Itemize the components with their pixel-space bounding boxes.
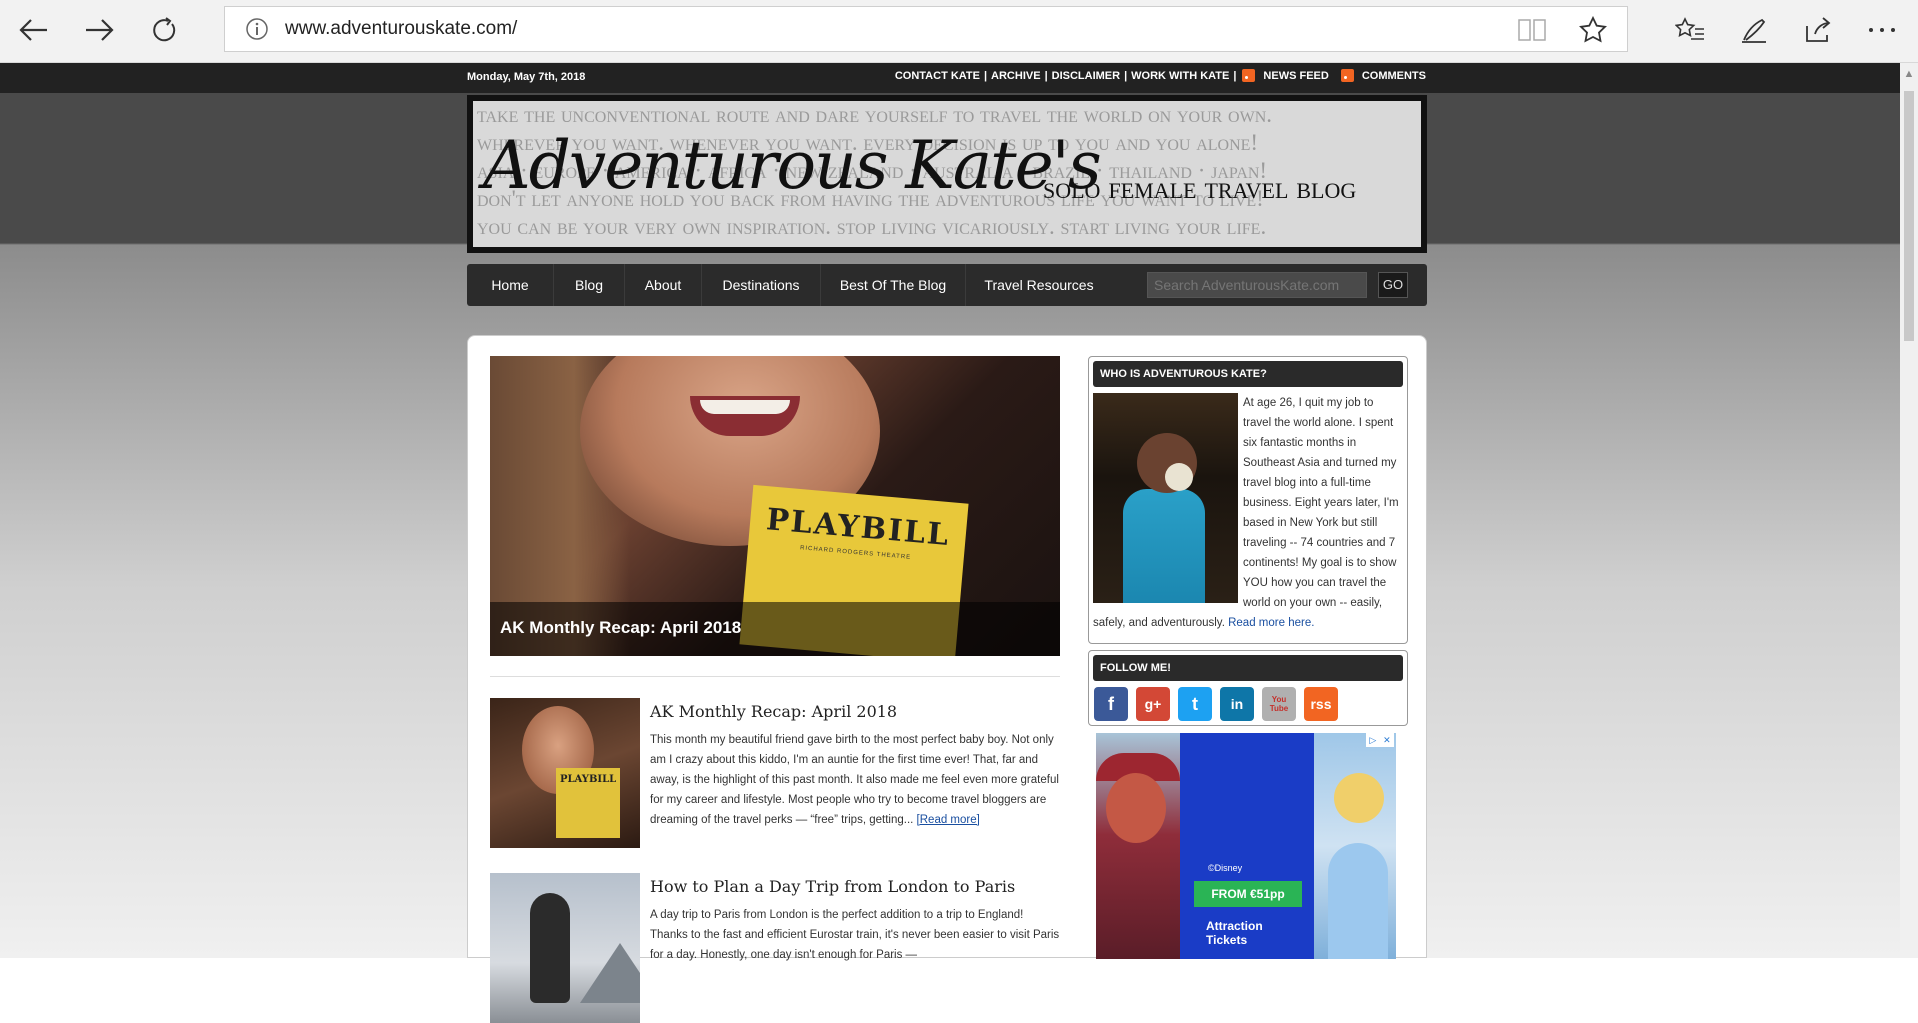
featured-caption[interactable]: AK Monthly Recap: April 2018 xyxy=(490,602,1060,656)
ad-brand: Attraction Tickets xyxy=(1206,919,1263,947)
site-logo-title[interactable]: Adventurous Kate's xyxy=(483,127,1102,204)
divider xyxy=(490,676,1060,677)
follow-me-widget: FOLLOW ME! f g+ t in You Tube rss xyxy=(1088,650,1408,726)
rss-icon[interactable] xyxy=(1340,69,1354,82)
read-more-here-link[interactable]: Read more here. xyxy=(1228,617,1314,629)
web-note-icon[interactable] xyxy=(1734,10,1774,50)
top-links: CONTACT KATE | ARCHIVE | DISCLAIMER | WO… xyxy=(895,69,1426,82)
page-scrollbar[interactable]: ▲ xyxy=(1900,63,1918,958)
separator: | xyxy=(983,69,988,82)
widget-heading: FOLLOW ME! xyxy=(1093,655,1403,681)
who-is-kate-widget: WHO IS ADVENTUROUS KATE? At age 26, I qu… xyxy=(1088,356,1408,644)
read-more-link[interactable]: [Read more] xyxy=(917,814,980,826)
work-with-kate-link[interactable]: WORK WITH KATE xyxy=(1131,70,1229,82)
archive-link[interactable]: ARCHIVE xyxy=(991,70,1041,82)
url-text[interactable]: www.adventurouskate.com/ xyxy=(285,18,517,40)
disclaimer-link[interactable]: DISCLAIMER xyxy=(1052,70,1120,82)
contact-kate-link[interactable]: CONTACT KATE xyxy=(895,70,980,82)
nav-home[interactable]: Home xyxy=(467,264,554,306)
google-plus-icon[interactable]: g+ xyxy=(1136,687,1170,721)
main-content: PLAYBILL RICHARD RODGERS THEATRE AK Mont… xyxy=(467,335,1427,1023)
youtube-icon[interactable]: You Tube xyxy=(1262,687,1296,721)
post-excerpt: This month my beautiful friend gave birt… xyxy=(650,734,1059,826)
top-bar: Monday, May 7th, 2018 CONTACT KATE | ARC… xyxy=(0,63,1900,93)
who-description: At age 26, I quit my job to travel the w… xyxy=(1093,397,1399,629)
refresh-icon[interactable] xyxy=(140,8,188,52)
more-menu-icon[interactable] xyxy=(1862,10,1902,50)
news-feed-link[interactable]: NEWS FEED xyxy=(1263,70,1328,82)
rss-icon[interactable] xyxy=(1242,69,1256,82)
nav-blog[interactable]: Blog xyxy=(554,264,625,306)
linkedin-icon[interactable]: in xyxy=(1220,687,1254,721)
post-excerpt: A day trip to Paris from London is the p… xyxy=(650,909,1060,961)
scroll-up-icon[interactable]: ▲ xyxy=(1903,68,1915,80)
search-go-button[interactable]: GO xyxy=(1378,272,1408,298)
back-icon[interactable] xyxy=(10,8,58,52)
post-thumbnail[interactable] xyxy=(490,873,640,1023)
post-title[interactable]: AK Monthly Recap: April 2018 xyxy=(650,702,897,721)
forward-icon[interactable] xyxy=(75,8,123,52)
main-navigation: Home Blog About Destinations Best Of The… xyxy=(467,264,1427,306)
advertisement[interactable]: ©Disney FROM €51pp Attraction Tickets ▷ ✕ xyxy=(1096,733,1396,959)
widget-heading: WHO IS ADVENTUROUS KATE? xyxy=(1093,361,1403,387)
favorites-hub-icon[interactable] xyxy=(1670,10,1710,50)
rss-icon[interactable]: rss xyxy=(1304,687,1338,721)
address-bar[interactable]: www.adventurouskate.com/ xyxy=(224,6,1628,52)
browser-toolbar: www.adventurouskate.com/ xyxy=(0,0,1918,63)
site-info-icon[interactable] xyxy=(245,17,269,41)
nav-about[interactable]: About xyxy=(625,264,702,306)
nav-best-of-the-blog[interactable]: Best Of The Blog xyxy=(821,264,966,306)
current-date: Monday, May 7th, 2018 xyxy=(467,71,586,83)
nav-destinations[interactable]: Destinations xyxy=(702,264,821,306)
favorite-star-icon[interactable] xyxy=(1579,16,1607,44)
post-title[interactable]: How to Plan a Day Trip from London to Pa… xyxy=(650,877,1015,896)
separator: | xyxy=(1233,69,1237,82)
featured-post-slider[interactable]: PLAYBILL RICHARD RODGERS THEATRE AK Mont… xyxy=(490,356,1060,656)
separator: | xyxy=(1044,69,1048,82)
site-search-input[interactable] xyxy=(1147,272,1367,298)
social-icons: f g+ t in You Tube rss xyxy=(1094,687,1338,721)
ad-price-button[interactable]: FROM €51pp xyxy=(1194,881,1302,907)
facebook-icon[interactable]: f xyxy=(1094,687,1128,721)
separator: | xyxy=(1124,69,1128,82)
site-banner[interactable]: take the unconventional route and dare y… xyxy=(467,95,1427,253)
comments-feed-link[interactable]: COMMENTS xyxy=(1362,70,1426,82)
nav-travel-resources[interactable]: Travel Resources xyxy=(966,264,1112,306)
twitter-icon[interactable]: t xyxy=(1178,687,1212,721)
adchoices-icon[interactable]: ▷ ✕ xyxy=(1366,733,1394,747)
scroll-thumb[interactable] xyxy=(1904,91,1914,341)
share-icon[interactable] xyxy=(1798,10,1838,50)
post-thumbnail[interactable]: PLAYBILL xyxy=(490,698,640,848)
reading-view-icon[interactable] xyxy=(1517,17,1547,43)
web-page: Monday, May 7th, 2018 CONTACT KATE | ARC… xyxy=(0,63,1900,1023)
site-tagline: solo female travel blog xyxy=(1043,169,1357,205)
